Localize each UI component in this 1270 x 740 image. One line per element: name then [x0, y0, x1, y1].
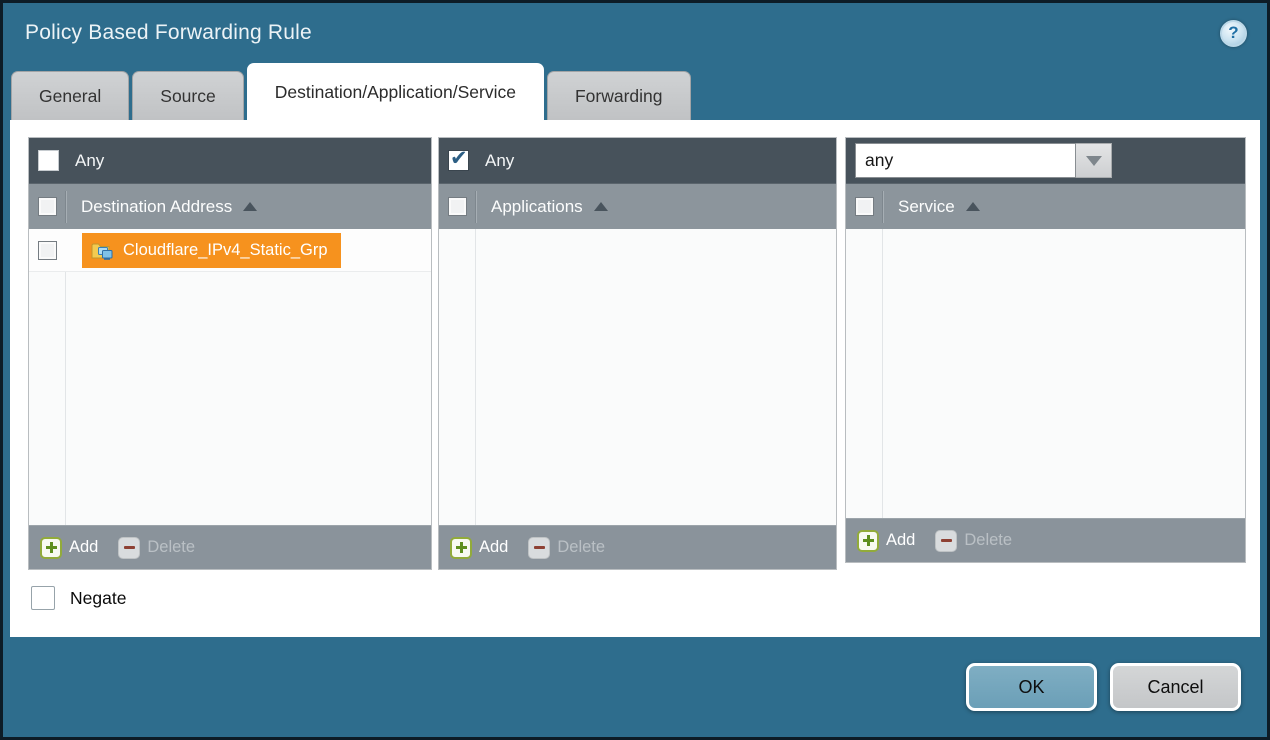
service-list — [846, 229, 1245, 518]
destination-column-header[interactable]: Destination Address — [29, 184, 431, 229]
service-panel: any Service Add — [845, 137, 1246, 563]
destination-select-all-checkbox[interactable] — [38, 197, 57, 216]
service-select-all-checkbox[interactable] — [855, 197, 874, 216]
delete-label: Delete — [147, 538, 195, 557]
applications-footer: Add Delete — [439, 525, 836, 569]
destination-address-panel: Any Destination Address — [28, 137, 432, 570]
service-footer: Add Delete — [846, 518, 1245, 562]
chevron-down-icon[interactable] — [1076, 143, 1112, 178]
policy-based-forwarding-rule-dialog: Policy Based Forwarding Rule ? General S… — [0, 0, 1270, 740]
applications-any-label: Any — [485, 151, 514, 171]
add-label: Add — [479, 538, 508, 557]
select-all-cell — [29, 197, 66, 216]
minus-icon — [935, 530, 957, 552]
add-button[interactable]: Add — [40, 537, 98, 559]
row-checkbox[interactable] — [38, 241, 57, 260]
negate-row: Negate — [28, 586, 1260, 610]
applications-column-header[interactable]: Applications — [439, 184, 836, 229]
delete-button[interactable]: Delete — [528, 537, 605, 559]
plus-icon — [857, 530, 879, 552]
sort-asc-icon — [243, 202, 257, 211]
table-row: Cloudflare_IPv4_Static_Grp — [29, 229, 431, 272]
negate-checkbox[interactable] — [31, 586, 55, 610]
address-group-item[interactable]: Cloudflare_IPv4_Static_Grp — [82, 233, 341, 268]
delete-label: Delete — [964, 531, 1012, 550]
destination-any-checkbox[interactable] — [38, 150, 59, 171]
dialog-titlebar: Policy Based Forwarding Rule ? — [3, 3, 1267, 63]
select-all-cell — [439, 197, 476, 216]
delete-button[interactable]: Delete — [118, 537, 195, 559]
sort-asc-icon — [594, 202, 608, 211]
applications-any-header: Any — [439, 138, 836, 184]
applications-list — [439, 229, 836, 525]
applications-select-all-checkbox[interactable] — [448, 197, 467, 216]
help-icon[interactable]: ? — [1220, 20, 1247, 47]
tab-bar: General Source Destination/Application/S… — [3, 63, 1267, 120]
plus-icon — [40, 537, 62, 559]
column-divider — [883, 191, 884, 223]
destination-any-header: Any — [29, 138, 431, 184]
tab-source[interactable]: Source — [132, 71, 243, 120]
delete-label: Delete — [557, 538, 605, 557]
sort-asc-icon — [966, 202, 980, 211]
columns-container: Any Destination Address — [28, 137, 1260, 570]
destination-footer: Add Delete — [29, 525, 431, 569]
select-all-cell — [846, 197, 883, 216]
service-column-label: Service — [898, 197, 955, 217]
tab-content: Any Destination Address — [10, 120, 1260, 637]
column-divider — [66, 191, 67, 223]
cancel-button[interactable]: Cancel — [1110, 663, 1241, 711]
negate-label: Negate — [70, 588, 126, 609]
destination-any-label: Any — [75, 151, 104, 171]
destination-list: Cloudflare_IPv4_Static_Grp — [29, 229, 431, 525]
service-dropdown-value[interactable]: any — [855, 143, 1076, 178]
delete-button[interactable]: Delete — [935, 530, 1012, 552]
address-group-name: Cloudflare_IPv4_Static_Grp — [123, 241, 328, 260]
tab-forwarding[interactable]: Forwarding — [547, 71, 691, 120]
tab-destination-application-service[interactable]: Destination/Application/Service — [247, 63, 544, 120]
add-button[interactable]: Add — [857, 530, 915, 552]
minus-icon — [528, 537, 550, 559]
applications-panel: Any Applications Add Delete — [438, 137, 837, 570]
add-button[interactable]: Add — [450, 537, 508, 559]
service-dropdown-header: any — [846, 138, 1245, 184]
address-group-icon — [91, 241, 114, 260]
dialog-footer: OK Cancel — [3, 637, 1267, 737]
applications-column-label: Applications — [491, 197, 583, 217]
plus-icon — [450, 537, 472, 559]
service-column-header[interactable]: Service — [846, 184, 1245, 229]
add-label: Add — [886, 531, 915, 550]
dialog-title: Policy Based Forwarding Rule — [25, 21, 312, 45]
column-divider — [476, 191, 477, 223]
tab-general[interactable]: General — [11, 71, 129, 120]
minus-icon — [118, 537, 140, 559]
service-dropdown: any — [855, 143, 1112, 178]
applications-any-checkbox[interactable] — [448, 150, 469, 171]
add-label: Add — [69, 538, 98, 557]
destination-column-label: Destination Address — [81, 197, 232, 217]
ok-button[interactable]: OK — [966, 663, 1097, 711]
